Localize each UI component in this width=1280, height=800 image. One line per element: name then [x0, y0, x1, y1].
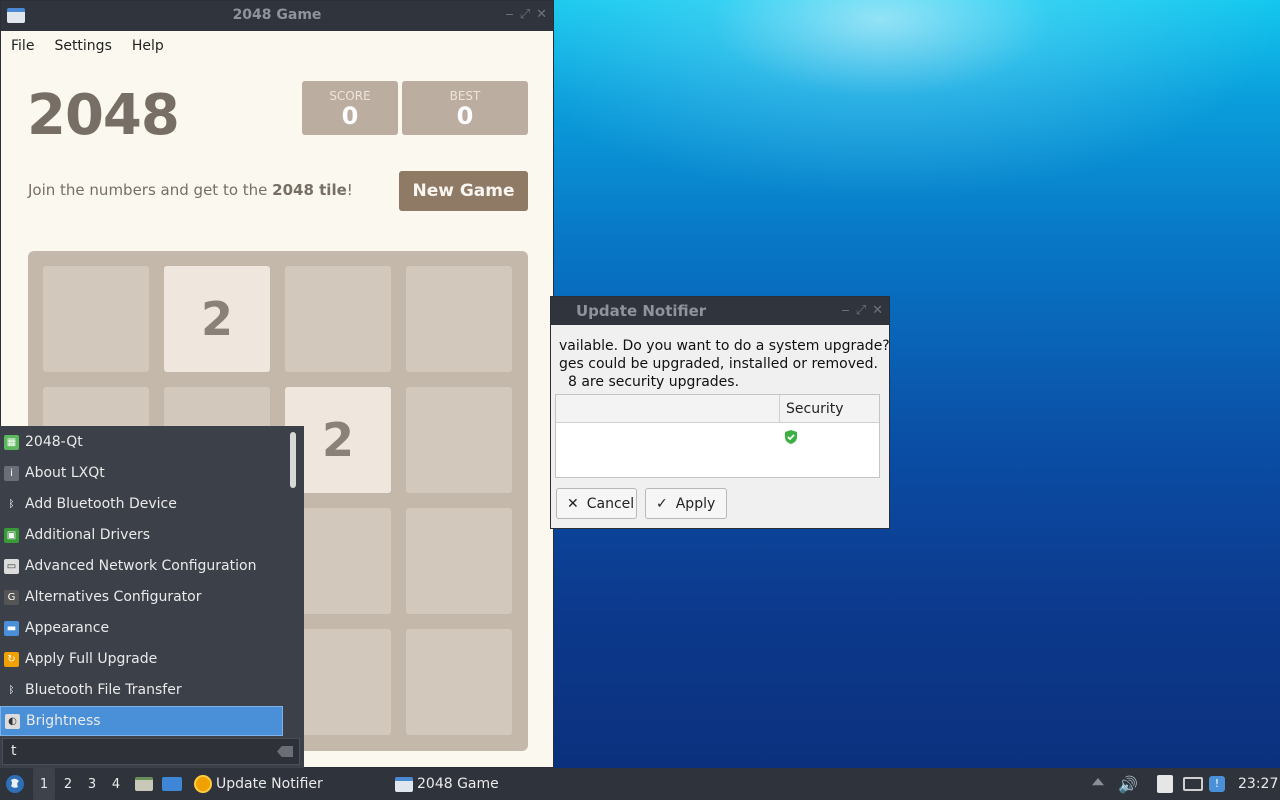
menu-item-label: Bluetooth File Transfer	[25, 682, 182, 698]
menu-item-label: Advanced Network Configuration	[25, 558, 257, 574]
menu-item[interactable]: ▭ Advanced Network Configuration	[0, 551, 283, 581]
desktop-4[interactable]: 4	[105, 768, 127, 800]
empty-cell	[285, 266, 391, 372]
desktop-2[interactable]: 2	[57, 768, 79, 800]
application-menu: t ▦ 2048-Qt i About LXQt ᛒ Add Bluetooth Devi…	[0, 426, 304, 768]
maximize-icon[interactable]: ⤢	[520, 7, 530, 22]
new-game-button[interactable]: New Game	[399, 171, 528, 211]
menu-item[interactable]: ᛒ Add Bluetooth Device	[0, 489, 283, 519]
game-window-title: 2048 Game	[232, 7, 322, 23]
empty-cell	[406, 266, 512, 372]
wallpaper-light	[554, 0, 1280, 200]
updates-table[interactable]: Security	[555, 394, 880, 478]
clock[interactable]: 23:27	[1238, 768, 1278, 800]
close-icon: ✕	[567, 495, 579, 512]
show-desktop-icon[interactable]	[162, 768, 184, 800]
menu-item-label: Add Bluetooth Device	[25, 496, 177, 512]
taskbar: 1 2 3 4 Update Notifier 2048 Game 🔊 ! 23…	[0, 768, 1280, 800]
desktop-1[interactable]: 1	[33, 768, 55, 800]
game-titlebar[interactable]: 2048 Game ‒ ⤢ ✕	[1, 1, 553, 31]
chip-icon: ▣	[4, 527, 19, 543]
file-manager-icon[interactable]	[135, 768, 155, 800]
menu-item[interactable]: ▬ Appearance	[0, 613, 283, 643]
close-icon[interactable]: ✕	[872, 303, 883, 318]
close-icon[interactable]: ✕	[536, 7, 547, 22]
best-box: BEST 0	[402, 81, 528, 135]
menu-search-input[interactable]: t	[2, 738, 300, 765]
bluetooth-icon: ᛒ	[4, 682, 19, 698]
lxqt-logo-icon	[6, 775, 24, 793]
score-value: 0	[341, 102, 359, 130]
menu-scrollbar[interactable]	[290, 432, 296, 488]
best-value: 0	[456, 102, 474, 130]
2048-icon: ▦	[4, 434, 19, 450]
menu-settings[interactable]: Settings	[54, 38, 111, 54]
window-icon	[395, 776, 413, 792]
menu-item-label: Apply Full Upgrade	[25, 651, 158, 667]
score-label: SCORE	[329, 89, 371, 103]
clipboard-icon[interactable]	[1157, 768, 1173, 800]
appearance-icon: ▬	[4, 620, 19, 636]
info-icon: i	[4, 465, 19, 481]
network-icon[interactable]	[1183, 768, 1203, 800]
task-2048-game[interactable]: 2048 Game	[395, 768, 499, 800]
network-icon: ▭	[4, 558, 19, 574]
menu-file[interactable]: File	[11, 38, 34, 54]
menu-item[interactable]: ▦ 2048-Qt	[0, 427, 283, 457]
check-icon: ✓	[656, 495, 668, 512]
menu-item[interactable]: ᛒ Bluetooth File Transfer	[0, 675, 283, 705]
empty-cell	[406, 508, 512, 614]
menu-item-label: Alternatives Configurator	[25, 589, 202, 605]
update-notifier-window: Update Notifier ‒ ⤢ ✕ vailable. Do you w…	[550, 296, 890, 529]
update-notification-icon[interactable]: !	[1209, 768, 1225, 800]
menu-item-label: Additional Drivers	[25, 527, 151, 543]
menu-item-label: Appearance	[25, 620, 110, 636]
menu-item[interactable]: G Alternatives Configurator	[0, 582, 283, 612]
clear-icon[interactable]	[277, 746, 293, 757]
menu-item[interactable]: ▣ Additional Drivers	[0, 520, 283, 550]
menu-item-label: Brightness	[26, 713, 101, 729]
menu-item-label: About LXQt	[25, 465, 105, 481]
notifier-message: vailable. Do you want to do a system upg…	[559, 338, 890, 390]
menu-help[interactable]: Help	[132, 38, 164, 54]
apply-button[interactable]: ✓ Apply	[645, 488, 727, 519]
empty-cell	[406, 629, 512, 735]
volume-icon[interactable]: 🔊	[1118, 768, 1138, 800]
menu-item[interactable]: i About LXQt	[0, 458, 283, 488]
notifier-titlebar[interactable]: Update Notifier ‒ ⤢ ✕	[551, 297, 889, 325]
menu-item-label: 2048-Qt	[25, 434, 83, 450]
desktop-3[interactable]: 3	[81, 768, 103, 800]
main-menu-button[interactable]	[5, 768, 27, 800]
empty-cell	[43, 266, 149, 372]
shield-icon	[785, 430, 797, 444]
upgrade-icon: ↻	[4, 651, 19, 667]
menu-item[interactable]: ◐ Brightness	[0, 706, 283, 736]
empty-cell	[406, 387, 512, 493]
game-logo: 2048	[27, 83, 180, 148]
eject-icon[interactable]	[1092, 768, 1108, 800]
column-security[interactable]: Security	[779, 395, 844, 423]
maximize-icon[interactable]: ⤢	[856, 303, 866, 318]
upgrade-icon	[194, 775, 212, 793]
bluetooth-icon: ᛒ	[4, 496, 19, 512]
minimize-icon[interactable]: ‒	[841, 303, 849, 318]
tile: 2	[164, 266, 270, 372]
score-box: SCORE 0	[302, 81, 398, 135]
cancel-button[interactable]: ✕ Cancel	[556, 488, 637, 519]
alternatives-icon: G	[4, 589, 19, 605]
game-menubar: File Settings Help	[1, 31, 553, 61]
task-update-notifier[interactable]: Update Notifier	[194, 768, 323, 800]
minimize-icon[interactable]: ‒	[505, 7, 513, 22]
brightness-icon: ◐	[5, 713, 20, 729]
menu-item[interactable]: ↻ Apply Full Upgrade	[0, 644, 283, 674]
best-label: BEST	[449, 89, 481, 103]
tagline: Join the numbers and get to the 2048 til…	[28, 181, 353, 199]
